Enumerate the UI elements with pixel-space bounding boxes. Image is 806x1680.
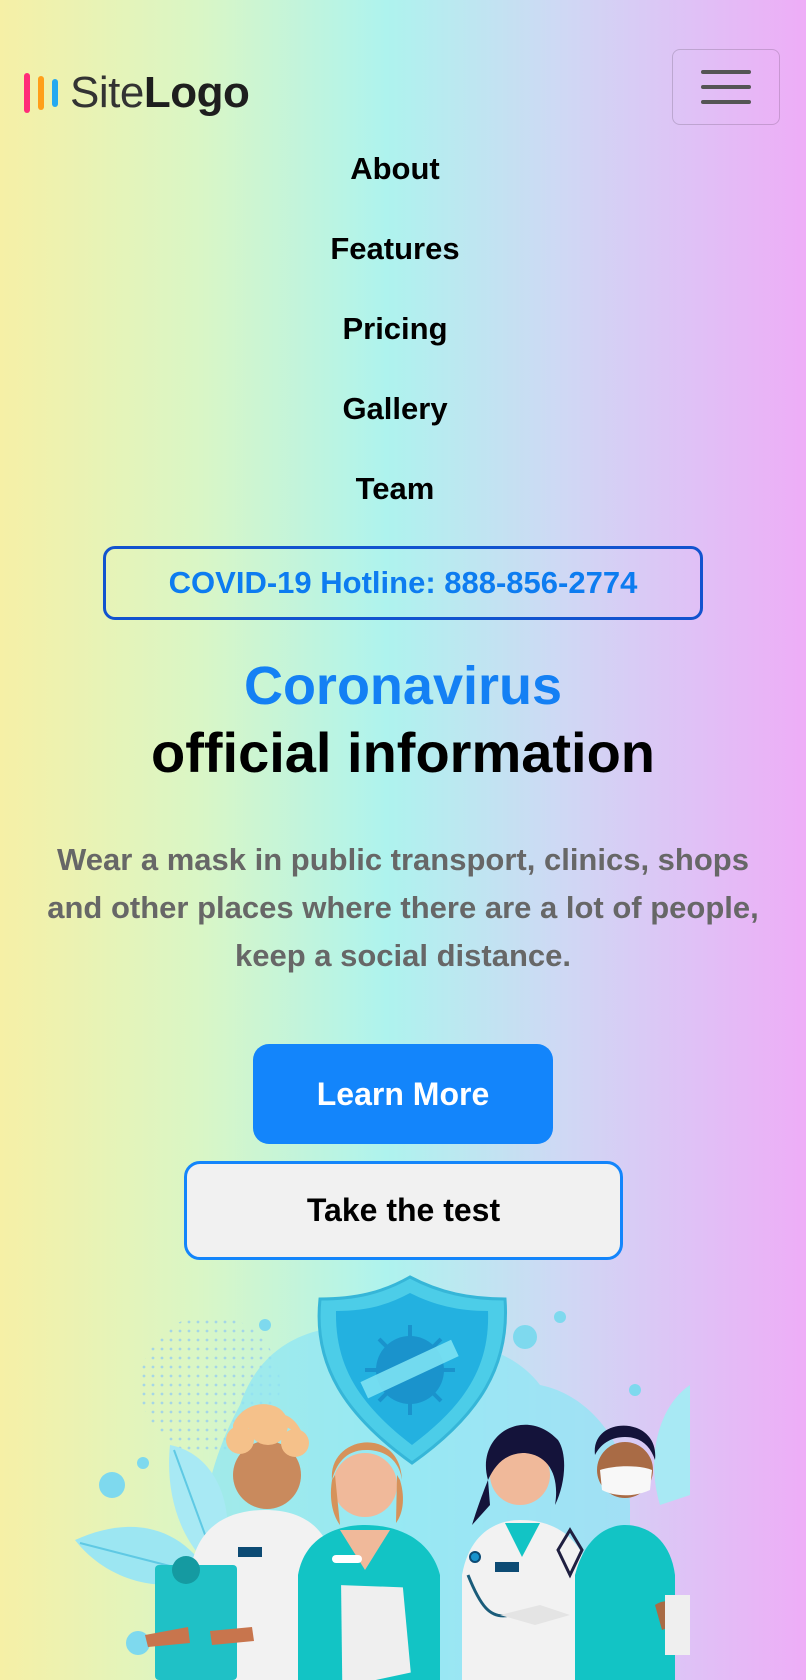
logo-text: SiteLogo — [70, 68, 250, 117]
logo-bars-icon — [24, 73, 58, 113]
take-test-button[interactable]: Take the test — [184, 1161, 623, 1260]
logo-text-bold: Logo — [143, 68, 250, 117]
site-logo[interactable]: SiteLogo — [24, 68, 250, 118]
nav-item-pricing[interactable]: Pricing — [0, 300, 790, 380]
nav-item-features[interactable]: Features — [0, 220, 790, 300]
hero-title-accent: Coronavirus — [243, 656, 563, 716]
logo-text-light: Site — [70, 68, 144, 117]
hero-title-main: official information — [151, 721, 655, 784]
learn-more-button[interactable]: Learn More — [253, 1044, 553, 1144]
nav-item-team[interactable]: Team — [0, 460, 790, 540]
nav-item-gallery[interactable]: Gallery — [0, 380, 790, 460]
hamburger-line — [701, 70, 751, 74]
hotline-button[interactable]: COVID-19 Hotline: 888-856-2774 — [103, 546, 703, 620]
hamburger-line — [701, 100, 751, 104]
medical-team-illustration — [75, 1275, 690, 1680]
hamburger-line — [701, 85, 751, 89]
nav-item-about[interactable]: About — [0, 140, 790, 220]
hero-description: Wear a mask in public transport, clinics… — [47, 842, 759, 973]
hamburger-menu-button[interactable] — [672, 49, 780, 125]
main-nav: About Features Pricing Gallery Team — [0, 140, 790, 540]
